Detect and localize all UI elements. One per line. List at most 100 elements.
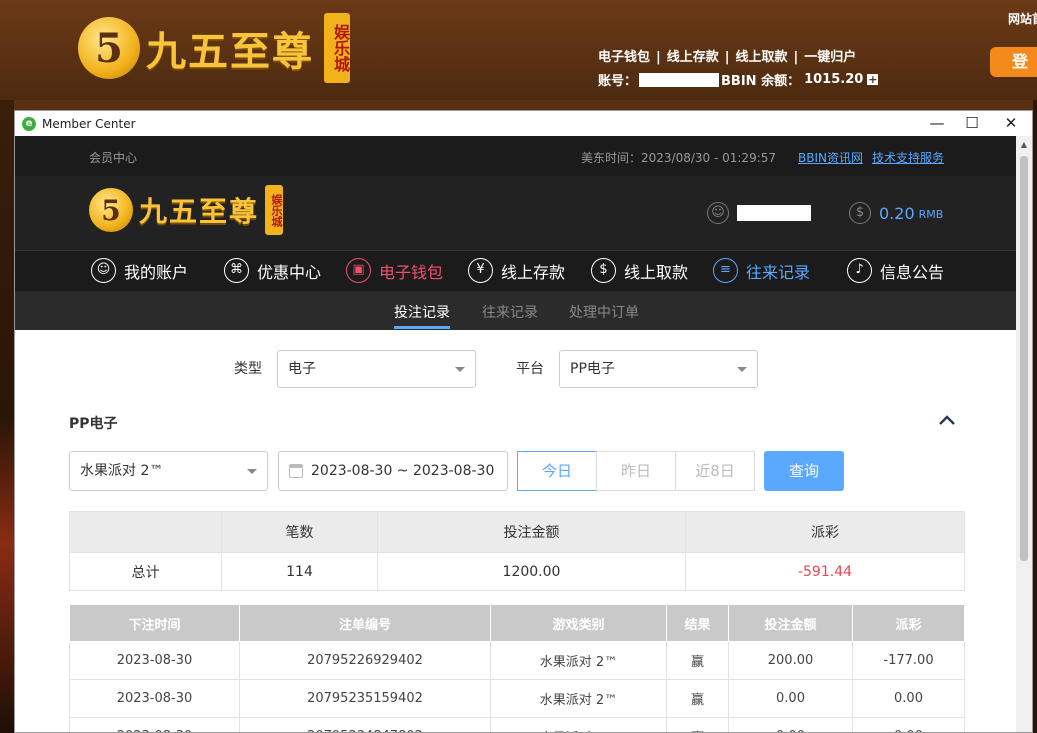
- tab-bet-records[interactable]: 投注记录: [394, 302, 450, 329]
- summary-cell: 总计: [69, 552, 222, 591]
- member-center-label: 会员中心: [89, 151, 138, 165]
- date-range-value: 2023-08-30 ~ 2023-08-30: [311, 463, 495, 479]
- bet-result: 赢: [666, 679, 729, 718]
- scrollbar-thumb[interactable]: [1020, 156, 1028, 561]
- tech-support-link[interactable]: 技术支持服务: [872, 149, 944, 166]
- platform-label: 平台: [516, 361, 544, 377]
- details-header: 游戏类别: [490, 604, 667, 642]
- balance-label: BBIN 余额：: [721, 74, 801, 89]
- chevron-down-icon: [247, 469, 257, 474]
- nav-label: 我的账户: [124, 262, 189, 282]
- nav-e-wallet[interactable]: ▣ 电子钱包: [346, 258, 443, 283]
- link-wallet[interactable]: 电子钱包: [598, 50, 650, 65]
- vertical-scrollbar[interactable]: ▲: [1016, 136, 1032, 732]
- tab-transaction-records[interactable]: 往来记录: [482, 302, 538, 322]
- wallet-icon: ▣: [346, 258, 371, 283]
- site-account: 账号： BBIN 余额： 1015.20 +: [598, 70, 879, 89]
- details-header: 投注金额: [728, 604, 853, 642]
- chevron-down-icon: [455, 367, 465, 372]
- platform-select[interactable]: PP电子: [559, 350, 758, 388]
- details-header: 注单编号: [239, 604, 491, 642]
- bet-time: 2023-08-30: [69, 679, 240, 718]
- tab-pending-orders[interactable]: 处理中订单: [569, 302, 639, 322]
- date-range-input[interactable]: 2023-08-30 ~ 2023-08-30: [278, 451, 508, 491]
- chevron-down-icon: [737, 367, 747, 372]
- eastern-time: 美东时间：2023/08/30 - 01:29:57: [581, 151, 777, 165]
- calendar-icon: [289, 464, 303, 478]
- username-redacted: [737, 205, 811, 221]
- section-title: PP电子: [69, 416, 118, 432]
- summary-table: 笔数 投注金额 派彩 总计 114 1200.00 -591.44: [69, 511, 965, 591]
- maximize-icon[interactable]: ☐: [952, 111, 992, 136]
- browser-icon: e: [22, 116, 36, 131]
- site-quick-links: 电子钱包 | 线上存款 | 线上取款 | 一键归户: [598, 50, 857, 65]
- records-icon: ≡: [713, 258, 738, 283]
- summary-header: 派彩: [685, 511, 965, 553]
- scroll-up-icon[interactable]: ▲: [1016, 136, 1032, 153]
- link-withdraw[interactable]: 线上取款: [736, 50, 788, 65]
- nav-records[interactable]: ≡ 往来记录: [713, 258, 810, 283]
- summary-header: 投注金额: [377, 511, 686, 553]
- bet-amount: 200.00: [728, 641, 853, 680]
- type-select[interactable]: 电子: [277, 350, 476, 388]
- gift-icon: ⌘: [224, 258, 249, 283]
- bell-icon: ♪: [847, 258, 872, 283]
- plus-icon[interactable]: +: [867, 74, 879, 85]
- background-banner: [0, 100, 14, 733]
- withdraw-icon: $: [591, 258, 616, 283]
- summary-header-row: 笔数 投注金额 派彩: [69, 511, 965, 553]
- chevron-up-icon[interactable]: [937, 410, 957, 430]
- main-nav: ☺ 我的账户 ⌘ 优惠中心 ▣ 电子钱包 ¥ 线上存款 $ 线上取款 ≡ 往来记录 ♪ 信息公…: [15, 250, 1018, 291]
- window-titlebar[interactable]: e Member Center — ☐ ✕: [15, 111, 1032, 136]
- bet-result: 赢: [666, 641, 729, 680]
- bbin-news-link[interactable]: BBIN资讯网: [798, 149, 863, 166]
- member-topbar: 会员中心 美东时间：2023/08/30 - 01:29:57 BBIN资讯网 …: [15, 136, 1018, 176]
- summary-payout: -591.44: [685, 552, 965, 591]
- nav-withdraw[interactable]: $ 线上取款: [591, 258, 688, 283]
- link-transfer-all[interactable]: 一键归户: [804, 50, 856, 65]
- member-logo[interactable]: 5 九五至尊 娱乐城: [89, 185, 284, 235]
- bet-result: 赢: [666, 717, 729, 732]
- deposit-icon: ¥: [468, 258, 493, 283]
- details-header: 结果: [666, 604, 729, 642]
- nav-promotions[interactable]: ⌘ 优惠中心: [224, 258, 321, 283]
- game-category: 水果派对 2™: [490, 679, 667, 718]
- details-header-row: 下注时间 注单编号 游戏类别 结果 投注金额 派彩: [69, 604, 965, 642]
- logo-badge: 娱乐城: [324, 13, 350, 83]
- nav-label: 信息公告: [880, 262, 945, 282]
- dollar-icon: $: [849, 202, 871, 224]
- brand-bar: 5 九五至尊 娱乐城 ☺ $ 0.20 RMB: [15, 176, 1018, 250]
- table-row: 2023-08-30 20795226929402 水果派对 2™ 赢 200.…: [69, 641, 965, 680]
- summary-header: [69, 511, 222, 553]
- close-icon[interactable]: ✕: [991, 111, 1031, 136]
- bet-payout: 0.00: [852, 679, 965, 718]
- corner-text[interactable]: 网站首: [1008, 10, 1037, 27]
- query-button[interactable]: 查询: [764, 451, 844, 491]
- type-label: 类型: [234, 361, 262, 377]
- logo-five-icon: 5: [78, 17, 140, 79]
- game-select-value: 水果派对 2™: [80, 463, 164, 479]
- yesterday-button[interactable]: 昨日: [596, 451, 676, 491]
- nav-deposit[interactable]: ¥ 线上存款: [468, 258, 565, 283]
- bet-amount: 0.00: [728, 717, 853, 732]
- link-deposit[interactable]: 线上存款: [667, 50, 719, 65]
- nav-announcements[interactable]: ♪ 信息公告: [847, 258, 944, 283]
- bet-id: 20795235159402: [239, 679, 491, 718]
- today-button[interactable]: 今日: [517, 451, 597, 491]
- login-button[interactable]: 登: [990, 47, 1037, 77]
- details-header: 派彩: [852, 604, 965, 642]
- nav-label: 电子钱包: [379, 262, 444, 282]
- last-8-days-button[interactable]: 近8日: [675, 451, 755, 491]
- minimize-icon[interactable]: —: [917, 111, 957, 136]
- bet-payout: 0.00: [852, 717, 965, 732]
- site-logo[interactable]: 5 九五至尊 娱乐城: [78, 8, 350, 88]
- game-select[interactable]: 水果派对 2™: [69, 451, 268, 491]
- user-info: ☺: [707, 202, 811, 224]
- site-header: 5 九五至尊 娱乐城 电子钱包 | 线上存款 | 线上取款 | 一键归户 账号： BBIN …: [0, 0, 1037, 100]
- type-select-value: 电子: [288, 361, 316, 377]
- logo-text: 九五至尊: [139, 195, 260, 228]
- logo-five-icon: 5: [89, 188, 133, 232]
- nav-my-account[interactable]: ☺ 我的账户: [91, 258, 188, 283]
- balance-amount: 0.20: [879, 203, 915, 223]
- nav-label: 往来记录: [746, 262, 811, 282]
